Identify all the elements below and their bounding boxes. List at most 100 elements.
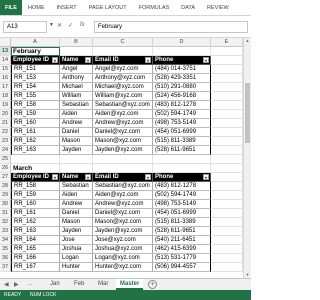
cell[interactable]	[93, 164, 153, 173]
tab-home[interactable]: HOME	[22, 0, 51, 15]
row-header[interactable]: 25	[0, 155, 11, 164]
row-header[interactable]: 17	[0, 83, 11, 92]
name-cell[interactable]: Aiden	[60, 110, 93, 119]
employee-id-cell[interactable]: RR_151	[11, 65, 60, 74]
email-cell[interactable]: Andrew@xyz.com	[93, 200, 153, 209]
name-cell[interactable]: Logan	[60, 254, 93, 263]
cell[interactable]	[211, 236, 243, 245]
email-cell[interactable]: Joshua@xyz.com	[93, 245, 153, 254]
email-cell[interactable]: Anthony@xyz.com	[93, 74, 153, 83]
employee-id-cell[interactable]: RR_158	[11, 182, 60, 191]
name-cell[interactable]: Anthony	[60, 74, 93, 83]
name-cell[interactable]: Hunter	[60, 263, 93, 272]
email-cell[interactable]: Michael@xyz.com	[93, 83, 153, 92]
name-cell[interactable]: Daniel	[60, 209, 93, 218]
row-header[interactable]: 24	[0, 146, 11, 155]
row-header[interactable]: 20	[0, 110, 11, 119]
phone-cell[interactable]: (484) 014-3751	[153, 65, 211, 74]
phone-cell[interactable]: (528) 611-9651	[153, 227, 211, 236]
filter-dropdown-icon[interactable]: ▾	[203, 57, 209, 63]
row-header[interactable]: 34	[0, 236, 11, 245]
employee-id-cell[interactable]: RR_158	[11, 101, 60, 110]
name-cell[interactable]: Aiden	[60, 191, 93, 200]
name-cell[interactable]: Daniel	[60, 128, 93, 137]
employee-id-cell[interactable]: RR_161	[11, 128, 60, 137]
row-header[interactable]: 22	[0, 128, 11, 137]
cell[interactable]	[211, 65, 243, 74]
employee-id-cell[interactable]: RR_160	[11, 200, 60, 209]
sheet-tab-mar[interactable]: Mar	[94, 279, 112, 290]
table-header-cell[interactable]: Email ID ▾	[93, 173, 153, 182]
cell[interactable]	[153, 155, 211, 164]
email-cell[interactable]: Mason@xyz.com	[93, 218, 153, 227]
phone-cell[interactable]: (513) 531-1779	[153, 254, 211, 263]
name-cell[interactable]: Joshua	[60, 245, 93, 254]
email-cell[interactable]: William@xyz.com	[93, 92, 153, 101]
phone-cell[interactable]: (454) 051-6999	[153, 209, 211, 218]
phone-cell[interactable]: (515) 811-3389	[153, 218, 211, 227]
phone-cell[interactable]: (524) 456-9168	[153, 92, 211, 101]
cell[interactable]	[211, 137, 243, 146]
table-header-cell[interactable]: Phone ▾	[153, 56, 211, 65]
row-header[interactable]: 16	[0, 74, 11, 83]
employee-id-cell[interactable]: RR_155	[11, 92, 60, 101]
row-header[interactable]: 31	[0, 209, 11, 218]
employee-id-cell[interactable]: RR_162	[11, 137, 60, 146]
cell[interactable]	[211, 245, 243, 254]
name-cell[interactable]: Sebastian	[60, 101, 93, 110]
employee-id-cell[interactable]: RR_154	[11, 83, 60, 92]
cell[interactable]	[211, 173, 243, 182]
filter-dropdown-icon[interactable]: ▾	[145, 57, 151, 63]
tab-insert[interactable]: INSERT	[51, 0, 83, 15]
sheet-tab-master[interactable]: Master	[116, 279, 144, 290]
cell[interactable]	[60, 164, 93, 173]
column-header-a[interactable]: A	[11, 38, 60, 47]
cell[interactable]	[211, 254, 243, 263]
filter-dropdown-icon[interactable]: ▾	[145, 174, 151, 180]
cell[interactable]	[211, 263, 243, 272]
tab-review[interactable]: REVIEW	[201, 0, 235, 15]
section-title[interactable]: February	[11, 47, 60, 56]
email-cell[interactable]: Mason@xyz.com	[93, 137, 153, 146]
sheet-tab-feb[interactable]: Feb	[70, 279, 88, 290]
row-header[interactable]: 37	[0, 263, 11, 272]
sheet-tab-jan[interactable]: Jan	[46, 279, 64, 290]
phone-cell[interactable]: (502) 594-1749	[153, 191, 211, 200]
select-all-corner[interactable]	[0, 38, 11, 47]
cell[interactable]	[211, 119, 243, 128]
cell[interactable]	[153, 164, 211, 173]
confirm-icon[interactable]: ✓	[68, 22, 73, 29]
phone-cell[interactable]: (498) 753-5149	[153, 200, 211, 209]
row-header[interactable]: 21	[0, 119, 11, 128]
cancel-icon[interactable]: ✕	[57, 22, 62, 29]
cell[interactable]	[211, 128, 243, 137]
row-header[interactable]: 26	[0, 164, 11, 173]
email-cell[interactable]: Sebastian@xyz.com	[93, 182, 153, 191]
name-cell[interactable]: Angel	[60, 65, 93, 74]
phone-cell[interactable]: (515) 811-3389	[153, 137, 211, 146]
employee-id-cell[interactable]: RR_159	[11, 110, 60, 119]
cell[interactable]	[211, 83, 243, 92]
email-cell[interactable]: Andrew@xyz.com	[93, 119, 153, 128]
worksheet-grid[interactable]: 13 February 14 Employee ID ▾ Name ▾ Email ID ▾ Ph…	[0, 47, 243, 278]
email-cell[interactable]: Jayden@xyz.com	[93, 146, 153, 155]
phone-cell[interactable]: (502) 594-1749	[153, 110, 211, 119]
cell[interactable]	[211, 227, 243, 236]
employee-id-cell[interactable]: RR_159	[11, 191, 60, 200]
phone-cell[interactable]: (462) 415-6399	[153, 245, 211, 254]
name-cell[interactable]: Jayden	[60, 146, 93, 155]
employee-id-cell[interactable]: RR_161	[11, 209, 60, 218]
cell[interactable]	[211, 182, 243, 191]
table-header-cell[interactable]: Employee ID ▾	[11, 56, 60, 65]
section-title[interactable]: March	[11, 164, 60, 173]
row-header[interactable]: 35	[0, 245, 11, 254]
employee-id-cell[interactable]: RR_153	[11, 74, 60, 83]
row-header[interactable]: 19	[0, 101, 11, 110]
column-header-c[interactable]: C	[93, 38, 153, 47]
filter-dropdown-icon[interactable]: ▾	[85, 174, 91, 180]
phone-cell[interactable]: (454) 051-6999	[153, 128, 211, 137]
employee-id-cell[interactable]: RR_166	[11, 254, 60, 263]
phone-cell[interactable]: (483) 812-1278	[153, 182, 211, 191]
column-header-e[interactable]: E	[211, 38, 243, 47]
filter-dropdown-icon[interactable]: ▾	[203, 174, 209, 180]
